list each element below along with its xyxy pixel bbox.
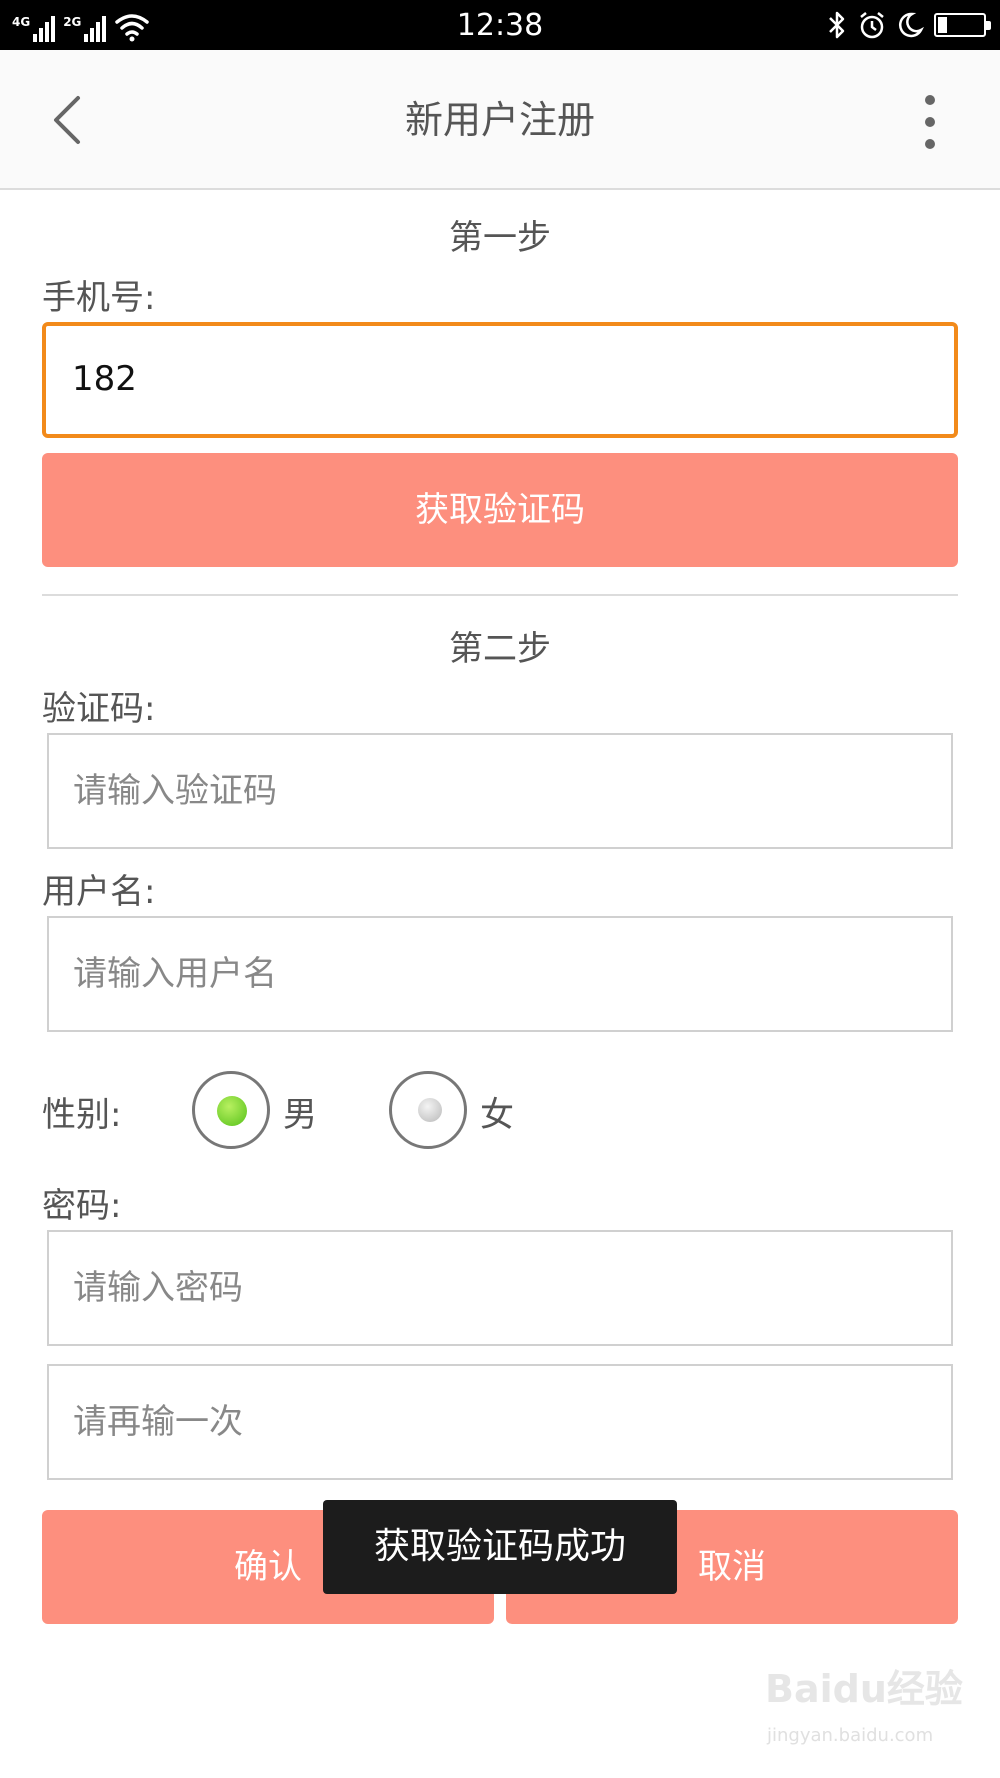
password-label: 密码: (42, 1186, 122, 1226)
page-title: 新用户注册 (404, 98, 595, 142)
password-confirm-input[interactable]: 请再输一次 (47, 1364, 953, 1480)
get-code-button[interactable]: 获取验证码 (42, 453, 958, 567)
gender-male-label[interactable]: 男 (283, 1093, 317, 1137)
phone-label: 手机号: (42, 278, 156, 318)
system-indicators (826, 9, 991, 41)
step-divider (42, 594, 958, 596)
password-input[interactable]: 请输入密码 (47, 1230, 953, 1346)
more-vertical-icon (925, 95, 935, 149)
gender-female-label[interactable]: 女 (480, 1093, 514, 1137)
watermark-main-text: Baidu经验 (765, 1667, 963, 1711)
baidu-watermark-logo: Baidu经验 jingyan.baidu.com (765, 1665, 975, 1765)
gender-female-radio[interactable] (389, 1071, 467, 1149)
more-options-button[interactable] (908, 90, 952, 154)
gender-male-radio[interactable] (192, 1071, 270, 1149)
username-input[interactable]: 请输入用户名 (47, 916, 953, 1032)
gender-label: 性别: (42, 1095, 122, 1135)
radio-unselected-dot (418, 1098, 442, 1122)
toast-message: 获取验证码成功 (323, 1500, 677, 1594)
code-label: 验证码: (42, 689, 156, 729)
phone-input[interactable]: 182 (42, 322, 958, 438)
step-one-title: 第一步 (449, 218, 551, 258)
title-bar: 新用户注册 (0, 50, 1000, 190)
watermark-url-text: jingyan.baidu.com (767, 1725, 934, 1746)
do-not-disturb-moon-icon (898, 12, 924, 38)
radio-selected-dot (217, 1096, 247, 1126)
bluetooth-icon (829, 11, 845, 39)
status-bar: 4G 2G 12:38 (0, 0, 1000, 50)
step-two-title: 第二步 (449, 629, 551, 669)
battery-level-fill (938, 17, 947, 33)
phone-input-value: 182 (72, 359, 137, 399)
alarm-icon (860, 12, 884, 39)
battery-icon (934, 13, 991, 37)
code-input[interactable]: 请输入验证码 (47, 733, 953, 849)
username-label: 用户名: (42, 872, 156, 912)
